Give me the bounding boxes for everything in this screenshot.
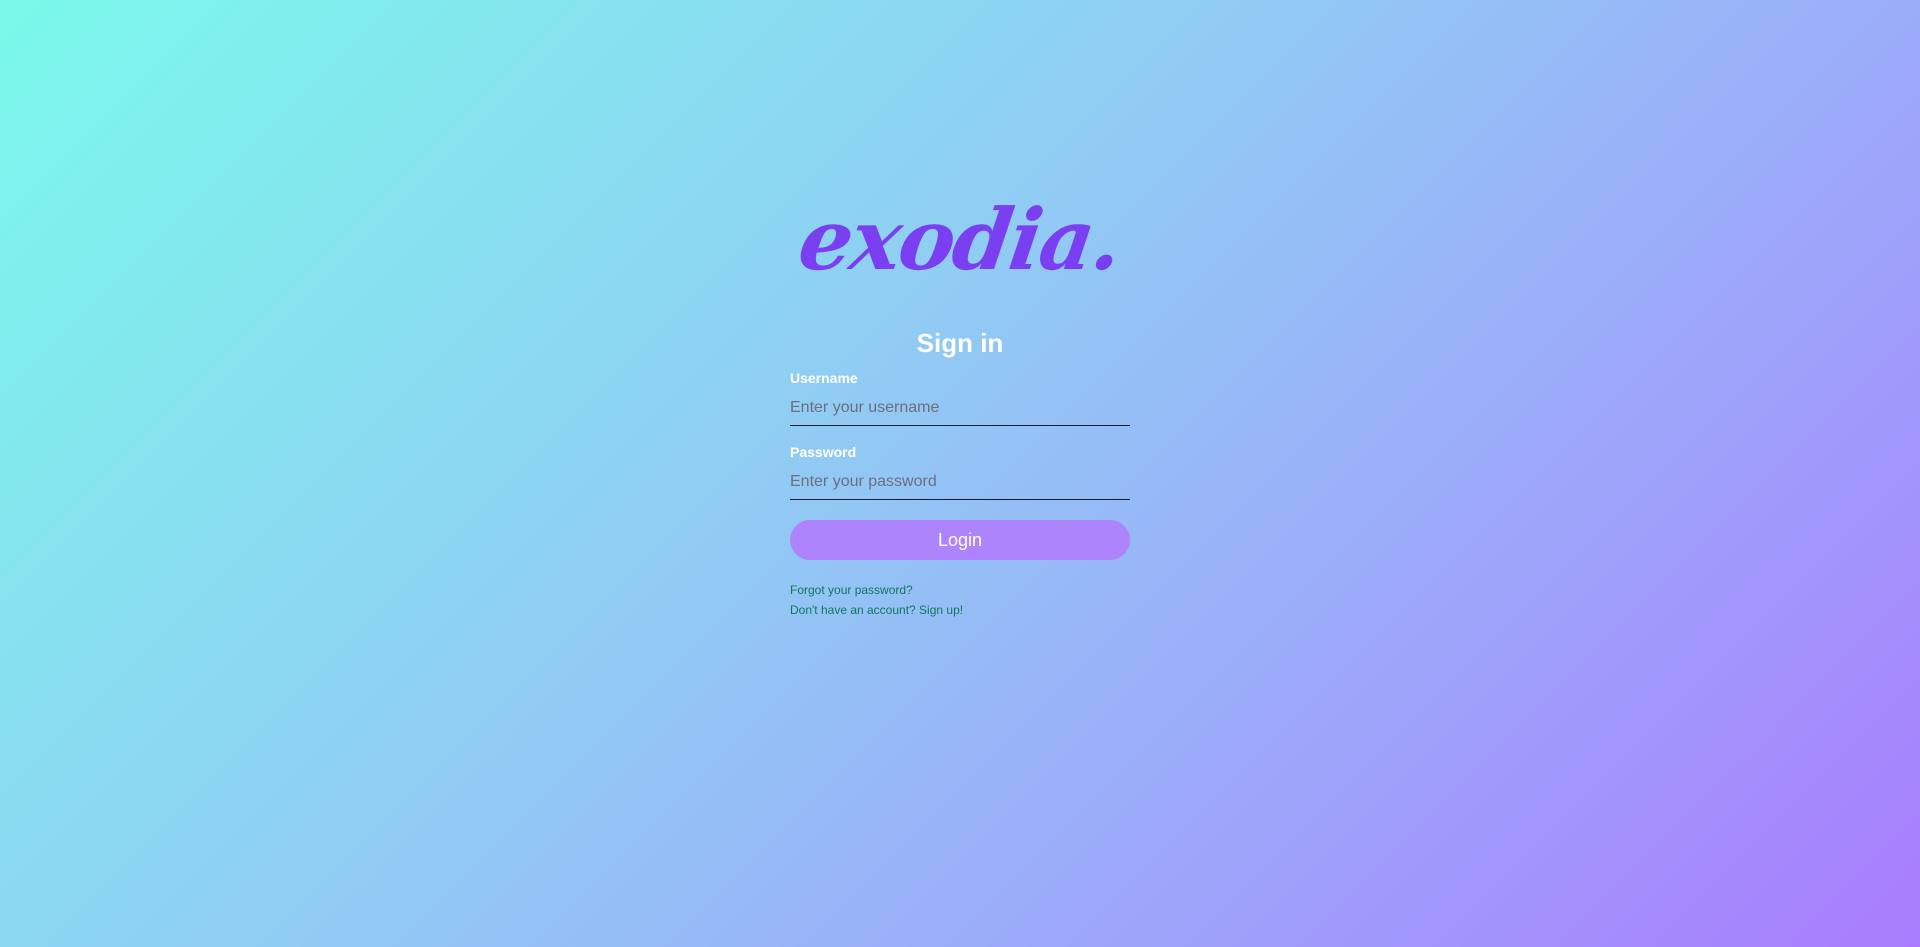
username-input[interactable] — [790, 390, 1130, 426]
login-button[interactable]: Login — [790, 520, 1130, 560]
username-field-group: Username — [790, 370, 1130, 426]
forgot-password-link[interactable]: Forgot your password? — [790, 580, 1130, 600]
auth-links: Forgot your password? Don't have an acco… — [790, 580, 1130, 620]
login-form: Username Password Login — [790, 370, 1130, 560]
page-title: Sign in — [916, 328, 1004, 358]
brand-logo: exodia. — [793, 190, 1127, 289]
login-container: exodia. Sign in Username Password Login … — [790, 190, 1130, 620]
logo-wrapper: exodia. — [790, 190, 1130, 290]
sign-up-link[interactable]: Don't have an account? Sign up! — [790, 600, 1130, 620]
password-input[interactable] — [790, 464, 1130, 500]
password-label: Password — [790, 444, 857, 460]
password-field-group: Password — [790, 444, 1130, 500]
username-label: Username — [790, 370, 858, 386]
